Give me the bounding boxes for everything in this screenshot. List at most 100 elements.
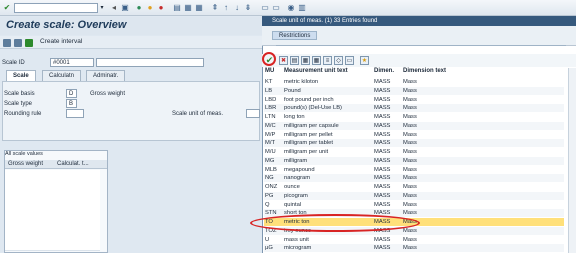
create-interval-icon[interactable]: [25, 39, 33, 47]
list-row[interactable]: LBD foot pound per inch MASS Mass: [264, 96, 564, 104]
details-icon[interactable]: ▤: [290, 56, 299, 65]
print-icon[interactable]: ▤: [172, 3, 182, 13]
annotation-circle: [262, 52, 276, 66]
cell-dimen: MASS: [374, 201, 391, 208]
page-title: Create scale: Overview: [6, 19, 127, 31]
list-row[interactable]: M/C milligram per capsule MASS Mass: [264, 121, 564, 130]
scale-id-field[interactable]: #0001: [50, 58, 94, 67]
list-row[interactable]: M/T milligram per tablet MASS Mass: [264, 139, 564, 148]
list-row[interactable]: M/P milligram per pellet MASS Mass: [264, 131, 564, 139]
col-dimtext[interactable]: Dimension text: [403, 68, 446, 74]
cell-dimtext: Mass: [403, 245, 417, 252]
cell-dimen: MASS: [374, 192, 391, 199]
grid-row[interactable]: [5, 242, 100, 251]
cell-mu: MLB: [265, 166, 277, 173]
new-session-icon[interactable]: ▭: [260, 3, 270, 13]
list-row[interactable]: Umass unit MASS Mass: [264, 236, 564, 244]
find-icon[interactable]: ▦: [183, 3, 193, 13]
find-next-icon[interactable]: ▦: [312, 56, 321, 65]
list-row[interactable]: LTN long ton MASS Mass: [264, 113, 564, 121]
list-row[interactable]: KT metric kiloton MASS Mass: [264, 78, 564, 86]
back-arrow-icon[interactable]: ◂: [109, 3, 119, 13]
cancel-icon[interactable]: ✖: [279, 56, 288, 65]
export-icon[interactable]: ▭: [345, 56, 354, 65]
back-icon[interactable]: ●: [134, 3, 144, 13]
cell-dimen: MASS: [374, 157, 391, 164]
list-row[interactable]: ONZ ounce MASS Mass: [264, 183, 564, 191]
restrictions-divider: [276, 45, 566, 49]
list-row[interactable]: LB Pound MASS Mass: [264, 86, 564, 95]
sort-icon[interactable]: ≡: [323, 56, 332, 65]
cell-text: megapound: [284, 166, 315, 173]
list-row[interactable]: µG microgram MASS Mass: [264, 244, 564, 253]
exit-icon[interactable]: ●: [145, 3, 155, 13]
scale-uom-label: Scale unit of meas.: [172, 111, 224, 117]
cell-mu: LTN: [265, 114, 276, 120]
scale-id-description-field[interactable]: [96, 58, 204, 67]
list-row[interactable]: NG nanogram MASS Mass: [264, 174, 564, 183]
cell-text: foot pound per inch: [284, 96, 334, 103]
rounding-rule-field[interactable]: [66, 109, 84, 118]
tab-restrictions[interactable]: Restrictions: [272, 31, 318, 40]
cell-dimen: MASS: [374, 105, 391, 112]
cell-dimen: MASS: [374, 114, 391, 120]
list-row[interactable]: MG milligram MASS Mass: [264, 156, 564, 165]
cell-mu: NG: [265, 175, 274, 182]
scale-basis-label: Scale basis: [4, 91, 35, 97]
enter-check-icon[interactable]: ✔: [2, 3, 12, 13]
cell-mu: Q: [265, 201, 270, 208]
help-icon[interactable]: ◉: [286, 3, 296, 13]
create-interval-button[interactable]: Create interval: [40, 38, 82, 45]
annotation-oval: [250, 214, 420, 232]
tab-administration[interactable]: Adminatr.: [86, 70, 126, 81]
cell-dimen: MASS: [374, 96, 391, 103]
list-row[interactable]: MLB megapound MASS Mass: [264, 166, 564, 174]
detail-icon[interactable]: [14, 39, 22, 47]
cell-text: nanogram: [284, 175, 311, 182]
grid-col-gross-weight[interactable]: Gross weight: [8, 161, 43, 167]
cell-mu: PG: [265, 192, 274, 199]
last-page-icon[interactable]: ⇟: [243, 3, 253, 13]
cell-mu: M/U: [265, 149, 276, 155]
cell-dimen: MASS: [374, 140, 391, 147]
scale-basis-field[interactable]: D: [66, 89, 77, 98]
overview-icon[interactable]: [3, 39, 11, 47]
tab-scale[interactable]: Scale: [6, 70, 36, 81]
shortcut-icon[interactable]: ▭: [271, 3, 281, 13]
command-field[interactable]: [14, 3, 98, 13]
list-row[interactable]: LBR pound(s) (Del-Use LB) MASS Mass: [264, 104, 564, 113]
first-page-icon[interactable]: ⇞: [210, 3, 220, 13]
scale-type-field[interactable]: B: [66, 99, 77, 108]
cell-dimen: MASS: [374, 131, 391, 138]
list-scrollbar[interactable]: [568, 68, 576, 253]
personal-list-icon[interactable]: ★: [360, 56, 369, 65]
cell-text: pound(s) (Del-Use LB): [284, 105, 342, 112]
save-icon[interactable]: ▣: [120, 3, 130, 13]
cell-dimtext: Mass: [403, 114, 417, 120]
grid-col-calculation[interactable]: Calculat. t...: [57, 161, 89, 167]
col-text[interactable]: Measurement unit text: [284, 68, 348, 74]
next-page-icon[interactable]: ↓: [232, 3, 242, 13]
list-row[interactable]: M/U milligram per unit MASS Mass: [264, 148, 564, 156]
cell-dimtext: Mass: [403, 236, 417, 243]
scale-uom-field[interactable]: [246, 109, 260, 118]
filter-icon[interactable]: ◇: [334, 56, 343, 65]
cell-dimen: MASS: [374, 236, 391, 243]
layout-icon[interactable]: ▥: [297, 3, 307, 13]
previous-page-icon[interactable]: ↑: [221, 3, 231, 13]
cell-dimtext: Mass: [403, 131, 417, 138]
col-dimen[interactable]: Dimen.: [374, 68, 394, 74]
command-dropdown-arrow[interactable]: ▾: [98, 3, 106, 13]
tab-calculation[interactable]: Calculatn: [42, 70, 82, 81]
cell-text: quintal: [284, 201, 302, 208]
col-mu[interactable]: MU: [265, 68, 274, 74]
cell-dimen: MASS: [374, 87, 391, 94]
list-row[interactable]: Qquintal MASS Mass: [264, 201, 564, 209]
cancel-icon[interactable]: ●: [156, 3, 166, 13]
list-row[interactable]: PG picogram MASS Mass: [264, 191, 564, 200]
cell-text: milligram per capsule: [284, 122, 339, 129]
cell-dimtext: Mass: [403, 122, 417, 129]
find-next-icon[interactable]: ▦: [194, 3, 204, 13]
cell-mu: LB: [265, 87, 273, 94]
find-icon[interactable]: ▦: [301, 56, 310, 65]
